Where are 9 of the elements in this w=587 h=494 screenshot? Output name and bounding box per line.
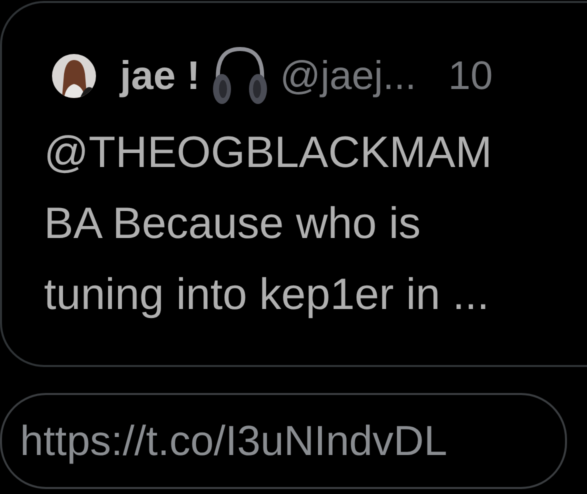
link-button[interactable]: https://t.co/I3uNIndvDL <box>0 393 567 489</box>
tweet-text: tuning into kep1er in ... <box>44 269 490 321</box>
tweet-text: BA Because who is <box>44 198 422 250</box>
author-name: jae ! <box>120 54 200 98</box>
quoted-tweet-card[interactable]: jae ! @jaej... 10 @THEOGBLACKMAM BA Because who is tuning into kep1er in ... <box>0 1 587 367</box>
tweet-text: @THEOGBLACKMAM <box>44 127 494 179</box>
timestamp: 10 <box>448 54 493 98</box>
author-handle: @jaej... <box>280 54 416 98</box>
avatar[interactable] <box>52 54 96 98</box>
